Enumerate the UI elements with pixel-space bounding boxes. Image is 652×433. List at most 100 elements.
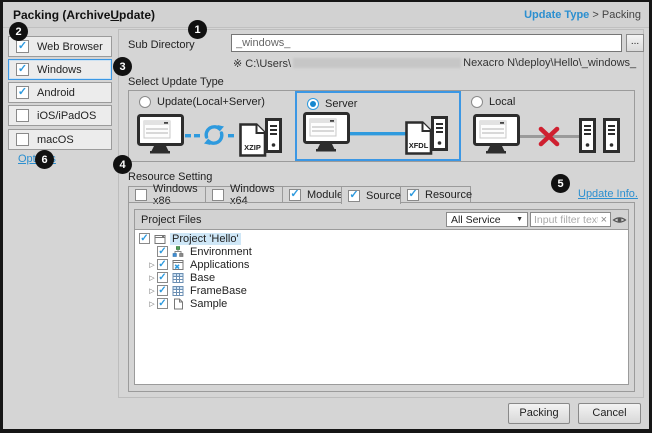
content-panel: Sub Directory ... ※ C:\Users\Nexacro N\d… (118, 29, 644, 398)
expander-icon[interactable]: ▷ (147, 300, 157, 308)
tree-row-base[interactable]: ▷ Base (135, 271, 628, 284)
radio-label: Local (489, 96, 515, 108)
packing-button[interactable]: Packing (508, 403, 570, 424)
server-update-illustration: XFDL (303, 111, 453, 157)
tab-windows-x86[interactable]: Windows x86 (128, 186, 206, 203)
checkbox[interactable] (139, 233, 150, 244)
tree-label: Environment (188, 246, 254, 258)
tree-row-project-hello[interactable]: Project 'Hello' (135, 232, 628, 245)
radio-button[interactable] (307, 98, 319, 110)
tab-windows-x64[interactable]: Windows x64 (205, 186, 283, 203)
service-filter-select[interactable]: All Service ▼ (446, 212, 528, 227)
environment-icon (172, 246, 184, 258)
deploy-path: ※ C:\Users\Nexacro N\deploy\Hello\_windo… (233, 57, 636, 69)
project-files-header: Project Files All Service ▼ × (135, 210, 628, 230)
breadcrumb-update-type-link[interactable]: Update Type (524, 9, 589, 21)
sub-directory-label: Sub Directory (128, 39, 195, 51)
service-filter-value: All Service (451, 214, 501, 226)
tab-resource[interactable]: Resource (400, 186, 471, 203)
base-icon (172, 272, 184, 284)
tab-label: Resource (425, 189, 472, 201)
sidebar-item-label: macOS (37, 134, 74, 146)
project-icon (154, 233, 166, 245)
update-type-option-server[interactable]: Server (295, 91, 461, 161)
checkbox[interactable] (16, 109, 29, 122)
expander-icon[interactable]: ▷ (147, 261, 157, 269)
sidebar-item-label: Android (37, 87, 75, 99)
applications-icon (172, 259, 184, 271)
title-bar: Packing (ArchiveUpdate) Update Type > Pa… (3, 2, 649, 28)
resource-setting-label: Resource Setting (128, 171, 212, 183)
step-badge-4: 4 (113, 155, 132, 174)
checkbox[interactable] (348, 190, 360, 202)
eye-icon[interactable] (612, 214, 627, 226)
redacted-username (293, 58, 461, 68)
clear-icon[interactable]: × (601, 214, 610, 226)
checkbox[interactable] (157, 285, 168, 296)
radio-button[interactable] (471, 96, 483, 108)
breadcrumb-current: Packing (602, 9, 641, 21)
filter-field: × (530, 212, 611, 227)
step-badge-1: 1 (188, 20, 207, 39)
checkbox[interactable] (16, 63, 29, 76)
cancel-button[interactable]: Cancel (578, 403, 641, 424)
tree-label: Base (188, 272, 217, 284)
page-title: Packing (ArchiveUpdate) (13, 8, 155, 22)
browse-button[interactable]: ... (626, 34, 644, 52)
update-local-server-illustration: XZIP (137, 113, 287, 159)
update-type-group: Update(Local+Server) (128, 90, 635, 162)
tab-source[interactable]: Source (341, 186, 401, 204)
tree-label: FrameBase (188, 285, 249, 297)
tree-row-environment[interactable]: Environment (135, 245, 628, 258)
checkbox[interactable] (157, 272, 168, 283)
expander-icon[interactable]: ▷ (147, 287, 157, 295)
checkbox[interactable] (16, 40, 29, 53)
update-info-link[interactable]: Update Info. (578, 188, 638, 200)
step-badge-2: 2 (9, 22, 28, 41)
step-badge-3: 3 (113, 57, 132, 76)
tab-module[interactable]: Module (282, 186, 342, 203)
resource-tab-content: Project Files All Service ▼ × (128, 202, 635, 392)
checkbox[interactable] (16, 133, 29, 146)
framebase-icon (172, 285, 184, 297)
project-files-tree: Project 'Hello' Environment ▷ (135, 230, 628, 384)
tree-row-applications[interactable]: ▷ Applications (135, 258, 628, 271)
sub-directory-input[interactable] (231, 34, 622, 52)
breadcrumb: Update Type > Packing (524, 9, 641, 21)
project-files-panel: Project Files All Service ▼ × (134, 209, 629, 385)
checkbox[interactable] (157, 298, 168, 309)
checkbox[interactable] (407, 189, 419, 201)
breadcrumb-separator: > (592, 9, 598, 21)
svg-text:XFDL: XFDL (409, 141, 429, 150)
filter-input[interactable] (531, 214, 601, 226)
checkbox[interactable] (289, 189, 301, 201)
tree-label: Applications (188, 259, 251, 271)
tree-label: Project 'Hello' (170, 233, 241, 245)
chevron-down-icon: ▼ (516, 216, 523, 223)
sidebar-item-label: iOS/iPadOS (37, 110, 96, 122)
sidebar-item-ios-ipados[interactable]: iOS/iPadOS (8, 105, 112, 126)
checkbox[interactable] (135, 189, 147, 201)
local-no-update-illustration (473, 113, 625, 159)
step-badge-5: 5 (551, 174, 570, 193)
update-type-option-local[interactable]: Local (461, 91, 636, 161)
tab-label: Module (307, 189, 343, 201)
checkbox[interactable] (212, 189, 224, 201)
packing-dialog: Packing (ArchiveUpdate) Update Type > Pa… (0, 0, 652, 433)
tree-row-sample[interactable]: ▷ Sample (135, 297, 628, 310)
sidebar-item-android[interactable]: Android (8, 82, 112, 103)
checkbox[interactable] (157, 259, 168, 270)
sidebar-item-label: Windows (37, 64, 82, 76)
sidebar-item-macos[interactable]: macOS (8, 129, 112, 150)
tree-row-framebase[interactable]: ▷ FrameBase (135, 284, 628, 297)
update-type-option-update-local-server[interactable]: Update(Local+Server) (129, 91, 295, 161)
checkbox[interactable] (157, 246, 168, 257)
radio-label: Update(Local+Server) (157, 96, 265, 108)
expander-icon[interactable]: ▷ (147, 274, 157, 282)
sidebar-item-windows[interactable]: Windows (8, 59, 112, 80)
tab-label: Source (366, 190, 401, 202)
sidebar-item-label: Web Browser (37, 41, 103, 53)
radio-button[interactable] (139, 96, 151, 108)
checkbox[interactable] (16, 86, 29, 99)
sample-icon (172, 298, 184, 310)
